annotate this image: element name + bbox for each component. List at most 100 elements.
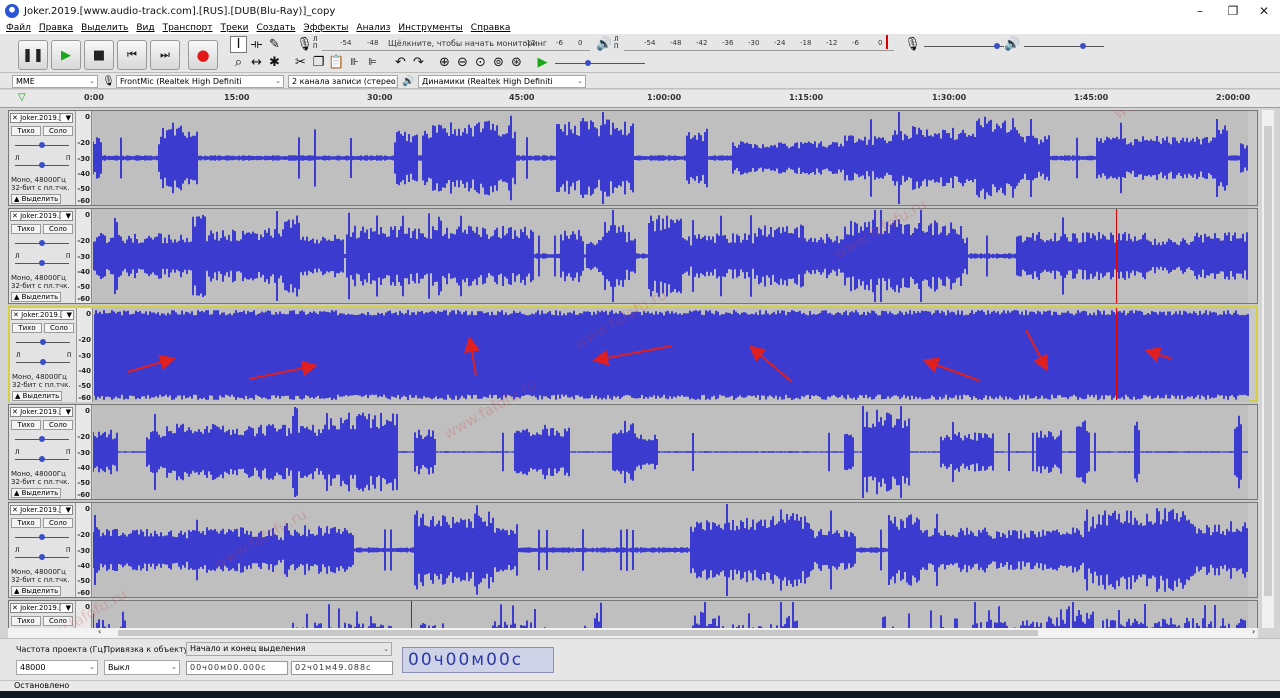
record-volume-knob[interactable]: [994, 43, 1000, 49]
play-speed-knob[interactable]: [585, 60, 591, 66]
playback-volume-knob[interactable]: [1080, 43, 1086, 49]
timeline-ruler[interactable]: ▽ 0:00 15:00 30:00 45:00 1:00:00 1:15:00…: [0, 90, 1280, 108]
recording-device-select[interactable]: FrontMic (Realtek High Definiti ⌄: [116, 75, 284, 88]
waveform[interactable]: [94, 308, 1249, 402]
select-track-button[interactable]: ▲ Выделить: [12, 391, 62, 401]
gain-slider[interactable]: [15, 436, 69, 442]
skip-end-button[interactable]: ⏭: [150, 40, 180, 70]
menu-edit[interactable]: Правка: [39, 23, 73, 33]
menu-effects[interactable]: Эффекты: [303, 23, 348, 33]
gain-knob[interactable]: [39, 534, 45, 540]
mute-button[interactable]: Тихо: [11, 616, 41, 626]
menu-select[interactable]: Выделить: [81, 23, 128, 33]
mute-button[interactable]: Тихо: [11, 126, 41, 136]
pan-knob[interactable]: [40, 359, 46, 365]
menu-generate[interactable]: Создать: [257, 23, 296, 33]
maximize-button[interactable]: ❐: [1218, 2, 1248, 20]
solo-button[interactable]: Соло: [43, 224, 73, 234]
pan-knob[interactable]: [39, 554, 45, 560]
gain-slider[interactable]: [15, 240, 69, 246]
pan-knob[interactable]: [39, 162, 45, 168]
horizontal-scroll-thumb[interactable]: [118, 630, 1038, 636]
draw-tool-icon[interactable]: ✎: [266, 36, 283, 53]
gain-knob[interactable]: [39, 240, 45, 246]
pin-head-icon[interactable]: ▽: [18, 92, 26, 103]
track-name-menu[interactable]: ✕ Joker.2019.[▼: [10, 211, 73, 221]
minimize-button[interactable]: –: [1185, 2, 1215, 20]
select-track-button[interactable]: ▲ Выделить: [11, 488, 61, 498]
gain-knob[interactable]: [40, 339, 46, 345]
pan-slider[interactable]: [15, 456, 69, 462]
track-name-menu[interactable]: ✕ Joker.2019.[▼: [10, 603, 73, 613]
track-menu-arrow-icon[interactable]: ▼: [66, 506, 71, 514]
track-menu-arrow-icon[interactable]: ▼: [66, 604, 71, 612]
track-menu-arrow-icon[interactable]: ▼: [66, 408, 71, 416]
menu-view[interactable]: Вид: [136, 23, 154, 33]
play-button[interactable]: ▶: [51, 40, 81, 70]
multi-tool-icon[interactable]: ✱: [266, 54, 283, 71]
playback-volume-slider[interactable]: [1024, 43, 1104, 49]
pan-slider[interactable]: [15, 554, 69, 560]
zoom-toggle-icon[interactable]: ⊛: [508, 54, 525, 71]
scroll-left-icon[interactable]: ‹: [98, 627, 101, 636]
selection-mode-select[interactable]: Начало и конец выделения ⌄: [186, 642, 392, 656]
zoom-tool-icon[interactable]: ⌕: [230, 54, 247, 71]
menu-tracks[interactable]: Треки: [221, 23, 249, 33]
track-name-menu[interactable]: ✕ Joker.2019.[▼: [10, 113, 73, 123]
selection-tool-icon[interactable]: I: [230, 36, 247, 53]
pan-slider[interactable]: [15, 162, 69, 168]
solo-button[interactable]: Соло: [43, 518, 73, 528]
solo-button[interactable]: Соло: [44, 323, 74, 333]
mute-button[interactable]: Тихо: [11, 224, 41, 234]
waveform[interactable]: [93, 503, 1248, 597]
undo-icon[interactable]: ↶: [392, 54, 409, 71]
selection-start-time[interactable]: 00ч00м00.000с: [186, 661, 288, 675]
waveform[interactable]: [93, 111, 1248, 205]
fit-project-icon[interactable]: ⊚: [490, 54, 507, 71]
gain-knob[interactable]: [39, 436, 45, 442]
select-track-button[interactable]: ▲ Выделить: [11, 194, 61, 204]
track-name-menu[interactable]: ✕ Joker.2019.[▼: [10, 407, 73, 417]
selection-end-time[interactable]: 02ч01м49.088с: [291, 661, 393, 675]
track-menu-arrow-icon[interactable]: ▼: [66, 212, 71, 220]
menu-transport[interactable]: Транспорт: [163, 23, 213, 33]
silence-icon[interactable]: ⊫: [364, 54, 381, 71]
pan-knob[interactable]: [39, 456, 45, 462]
playback-meter[interactable]: -54 -48 -42 -36 -30 -24 -18 -12 -6 0: [624, 35, 894, 51]
play-speed-slider[interactable]: [555, 60, 645, 66]
scroll-right-icon[interactable]: ›: [1252, 627, 1255, 636]
gain-slider[interactable]: [16, 339, 70, 345]
pan-knob[interactable]: [39, 260, 45, 266]
vertical-scrollbar[interactable]: [1262, 110, 1274, 628]
mute-button[interactable]: Тихо: [11, 518, 41, 528]
track-name-menu[interactable]: ✕ Joker.2019.[▼: [11, 310, 74, 320]
pause-button[interactable]: ❚❚: [18, 40, 48, 70]
cut-icon[interactable]: ✂: [292, 54, 309, 71]
mute-button[interactable]: Тихо: [11, 420, 41, 430]
skip-start-button[interactable]: ⏮: [117, 40, 147, 70]
menu-tools[interactable]: Инструменты: [398, 23, 462, 33]
zoom-out-icon[interactable]: ⊖: [454, 54, 471, 71]
track-menu-arrow-icon[interactable]: ▼: [66, 114, 71, 122]
copy-icon[interactable]: ❐: [310, 54, 327, 71]
pan-slider[interactable]: [15, 260, 69, 266]
select-track-button[interactable]: ▲ Выделить: [11, 586, 61, 596]
record-button[interactable]: ●: [188, 40, 218, 70]
zoom-in-icon[interactable]: ⊕: [436, 54, 453, 71]
menu-analyze[interactable]: Анализ: [356, 23, 390, 33]
audio-track-5[interactable]: ✕ Joker.2019.[▼ Тихо Соло Л П Моно, 4800…: [8, 502, 1258, 598]
audio-position-display[interactable]: 00ч00м00с: [402, 647, 554, 673]
mute-button[interactable]: Тихо: [12, 323, 42, 333]
horizontal-scrollbar[interactable]: ‹ ›: [8, 627, 1258, 638]
vertical-scroll-thumb[interactable]: [1264, 126, 1272, 596]
playback-device-select[interactable]: Динамики (Realtek High Definiti ⌄: [418, 75, 586, 88]
trim-icon[interactable]: ⊪: [346, 54, 363, 71]
fit-selection-icon[interactable]: ⊙: [472, 54, 489, 71]
waveform[interactable]: [93, 209, 1248, 303]
select-track-button[interactable]: ▲ Выделить: [11, 292, 61, 302]
envelope-tool-icon[interactable]: ⟛: [248, 36, 265, 53]
waveform[interactable]: [93, 601, 1248, 628]
waveform[interactable]: [93, 405, 1248, 499]
record-meter[interactable]: -54 -48 Щёлкните, чтобы начать мониторин…: [322, 36, 590, 51]
gain-slider[interactable]: [15, 142, 69, 148]
